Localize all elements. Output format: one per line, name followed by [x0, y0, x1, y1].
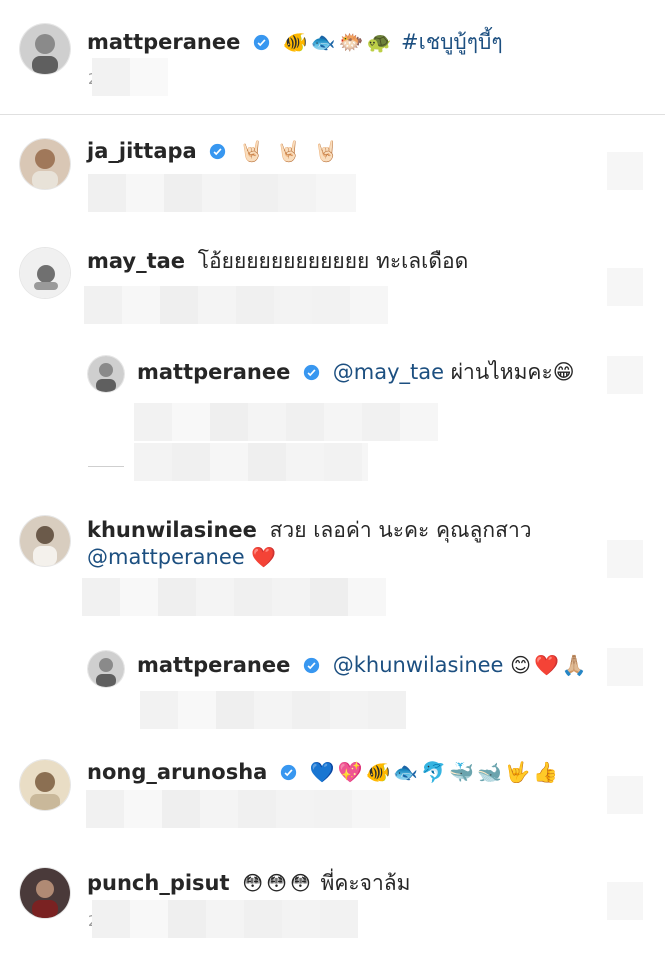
mention-link[interactable]: @mattperanee — [87, 545, 245, 569]
comment-username[interactable]: khunwilasinee — [87, 518, 257, 542]
blurred-meta — [140, 691, 406, 729]
hashtag-link[interactable]: #เชบูบู้ๆบี้ๆ — [401, 30, 503, 54]
like-button[interactable] — [607, 356, 643, 394]
like-button[interactable] — [607, 882, 643, 920]
avatar[interactable] — [20, 760, 70, 810]
comment: punch_pisut 😳😳😳 พี่คะจาล้ม — [87, 868, 410, 898]
comment-username[interactable]: may_tae — [87, 249, 185, 273]
comment-username[interactable]: nong_arunosha — [87, 760, 267, 784]
reply-username[interactable]: mattperanee — [137, 360, 290, 384]
avatar[interactable] — [20, 139, 70, 189]
verified-icon — [303, 657, 320, 674]
verified-icon — [210, 143, 226, 160]
comment-username[interactable]: ja_jittapa — [87, 139, 197, 163]
avatar[interactable] — [20, 248, 70, 298]
verified-icon — [303, 364, 320, 381]
like-button[interactable] — [607, 776, 643, 814]
blurred-meta — [82, 578, 386, 616]
avatar[interactable] — [88, 356, 124, 392]
post-username[interactable]: mattperanee — [87, 30, 240, 54]
comment: khunwilasinee สวย เลอค่า นะคะ คุณลูกสาว — [87, 515, 532, 545]
mention-link[interactable]: @khunwilasinee — [333, 653, 504, 677]
comment-text: 💙💖🐠🐟🐬🐳🐋🤟👍 — [309, 760, 561, 784]
comment-text: โอ้ยยยยยยยยยยยย ทะเลเดือด — [197, 249, 469, 273]
blurred-meta — [92, 900, 358, 938]
verified-icon — [280, 764, 297, 781]
like-button[interactable] — [607, 648, 643, 686]
comment-text: สวย เลอค่า นะคะ คุณลูกสาว — [269, 518, 532, 542]
comment: may_tae โอ้ยยยยยยยยยยยย ทะเลเดือด — [87, 246, 468, 276]
avatar[interactable] — [88, 651, 124, 687]
comment: ja_jittapa 🤘🏻 🤘🏻 🤘🏻 — [87, 136, 342, 166]
avatar[interactable] — [20, 868, 70, 918]
comment-continued: @mattperanee ❤️ — [87, 542, 279, 572]
blurred-meta — [86, 790, 390, 828]
avatar[interactable] — [20, 24, 70, 74]
blurred-meta — [84, 286, 388, 324]
view-replies-line[interactable] — [88, 466, 124, 467]
like-button[interactable] — [607, 152, 643, 190]
avatar[interactable] — [20, 516, 70, 566]
post-emojis: 🐠🐟🐡🐢 — [282, 30, 395, 54]
comment-text: พี่คะจาล้ม — [320, 871, 411, 895]
like-button[interactable] — [607, 540, 643, 578]
divider — [0, 114, 665, 115]
mention-link[interactable]: @may_tae — [333, 360, 444, 384]
blurred-meta — [88, 174, 356, 212]
blurred-meta — [134, 403, 438, 441]
reply-username[interactable]: mattperanee — [137, 653, 290, 677]
verified-icon — [253, 34, 270, 51]
reply-text: ผ่านไหมคะ😁 — [450, 360, 575, 384]
reply: mattperanee @khunwilasinee 😊❤️🙏🏼 — [137, 650, 590, 680]
blurred-meta — [92, 58, 168, 96]
comment-text: 🤘🏻 🤘🏻 🤘🏻 — [239, 139, 342, 163]
comment-emojis: 😳😳😳 — [242, 871, 314, 895]
blurred-meta — [134, 443, 368, 481]
reply-text: 😊❤️🙏🏼 — [510, 653, 590, 677]
comment-username[interactable]: punch_pisut — [87, 871, 230, 895]
post-caption: mattperanee 🐠🐟🐡🐢 #เชบูบู้ๆบี้ๆ — [87, 27, 503, 57]
reply: mattperanee @may_tae ผ่านไหมคะ😁 — [137, 357, 575, 387]
like-button[interactable] — [607, 268, 643, 306]
comment: nong_arunosha 💙💖🐠🐟🐬🐳🐋🤟👍 — [87, 757, 561, 787]
heart-emoji: ❤️ — [251, 545, 280, 569]
